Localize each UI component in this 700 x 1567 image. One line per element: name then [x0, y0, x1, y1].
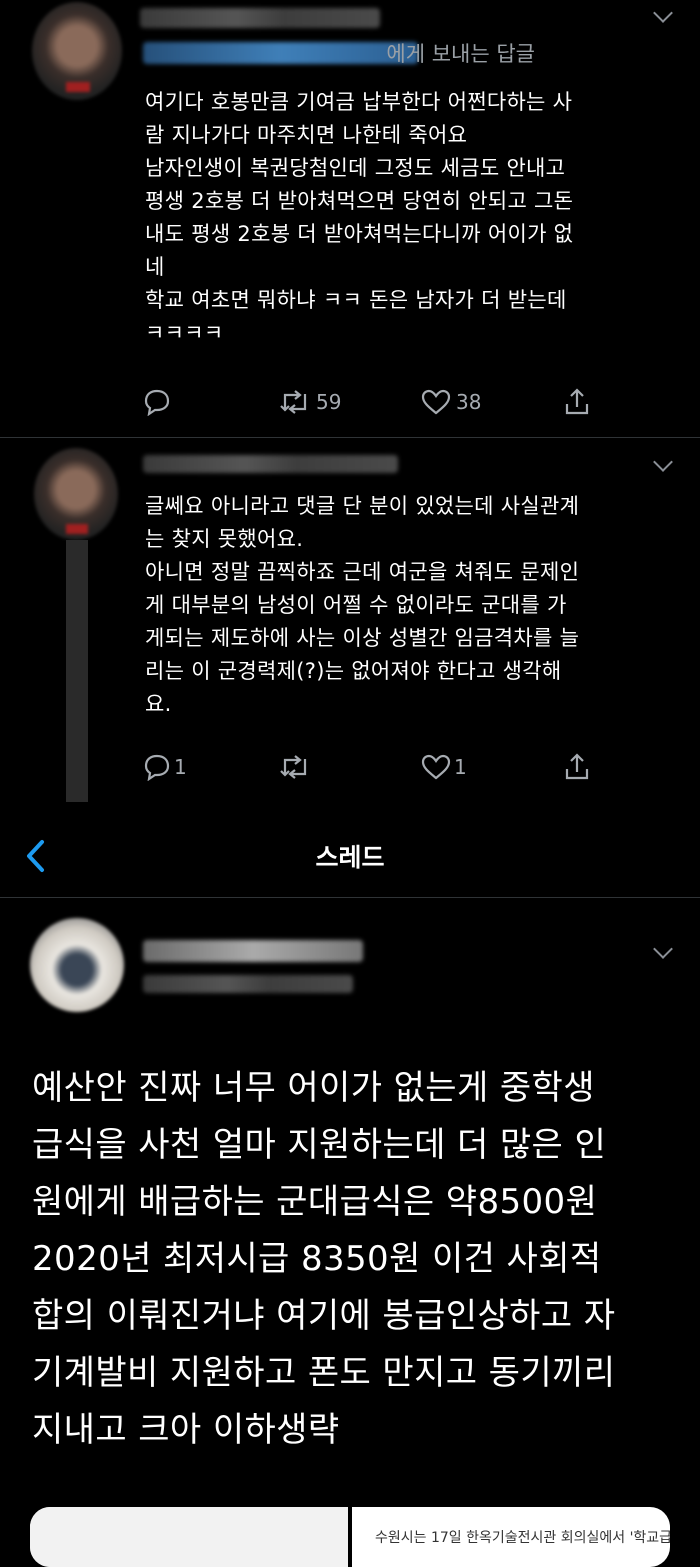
reply-count: 1 [174, 755, 187, 779]
share-button[interactable] [562, 752, 592, 782]
retweet-icon [280, 755, 307, 779]
reply-context-label: 에게 보내는 답글 [386, 42, 535, 66]
like-button[interactable]: 38 [420, 388, 481, 416]
reply-icon [144, 754, 170, 781]
author-name[interactable] [143, 455, 398, 473]
avatar[interactable] [32, 2, 122, 100]
divider [0, 437, 700, 438]
chevron-down-icon[interactable] [653, 3, 673, 23]
chevron-down-icon[interactable] [653, 939, 673, 959]
heart-icon [421, 389, 451, 415]
tweet-text: 글쎄요 아니라고 댓글 단 분이 있었는데 사실관계 는 찾지 못했어요. 아니… [145, 494, 580, 716]
retweet-count: 59 [316, 390, 342, 414]
reply-icon [144, 389, 170, 416]
share-icon [565, 753, 589, 780]
card-divider [348, 1507, 352, 1567]
author-handle[interactable] [143, 975, 353, 993]
reply-button[interactable] [142, 388, 172, 416]
retweet-button[interactable]: 59 [278, 388, 341, 416]
like-button[interactable]: 1 [420, 753, 467, 781]
author-name[interactable] [143, 940, 363, 962]
avatar[interactable] [34, 448, 118, 540]
retweet-button[interactable] [278, 753, 312, 781]
chevron-down-icon[interactable] [653, 452, 673, 472]
divider [0, 897, 700, 898]
page-title: 스레드 [315, 843, 385, 872]
tweet-text: 여기다 호봉만큼 기여금 납부한다 어쩐다하는 사 람 지나가다 마주치면 나한… [145, 90, 574, 345]
like-count: 38 [456, 390, 482, 414]
avatar[interactable] [30, 918, 124, 1012]
heart-icon [421, 754, 451, 780]
retweet-icon [280, 390, 307, 414]
author-name[interactable] [140, 8, 380, 28]
card-image [30, 1507, 348, 1567]
link-card[interactable]: 수원시는 17일 한옥기술전시관 회의실에서 '학교급 [30, 1507, 670, 1567]
tweet-text: 예산안 진짜 너무 어이가 없는게 중학생 급식을 사천 얼마 지원하는데 더 … [32, 1068, 616, 1450]
thread-line [66, 540, 88, 802]
share-icon [565, 388, 589, 415]
like-count: 1 [454, 755, 467, 779]
card-caption: 수원시는 17일 한옥기술전시관 회의실에서 '학교급 [375, 1530, 670, 1546]
share-button[interactable] [562, 387, 592, 417]
reply-button[interactable]: 1 [142, 753, 187, 781]
